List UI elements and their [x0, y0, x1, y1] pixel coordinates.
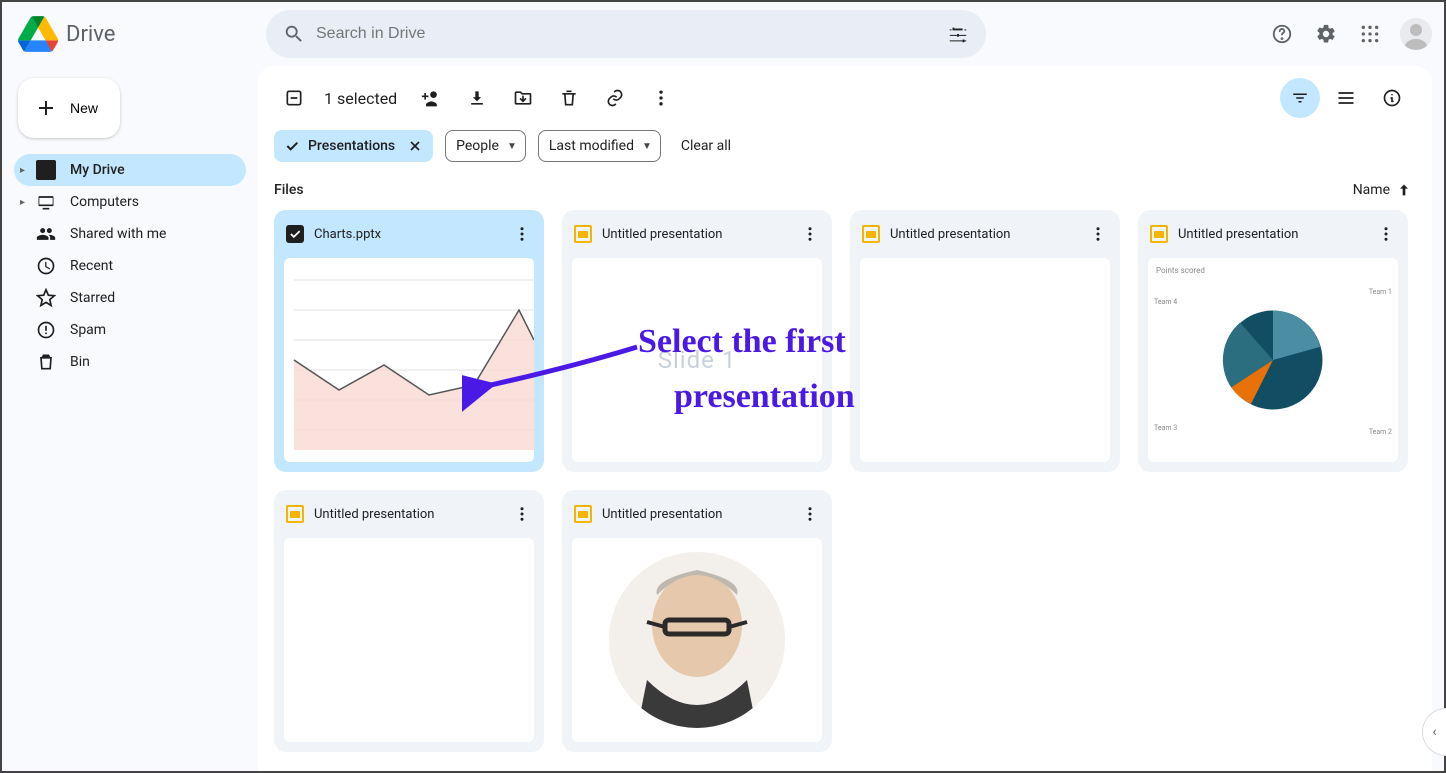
sort-column-label: Name: [1353, 182, 1390, 198]
files-section-label: Files: [274, 182, 304, 198]
drive-logo-icon: [18, 14, 58, 54]
sidebar: New ▸ My Drive ▸ Computers Shared with m…: [2, 66, 258, 771]
more-vert-icon[interactable]: [641, 78, 681, 118]
sidebar-item-label: Spam: [70, 322, 106, 338]
file-card[interactable]: Untitled presentation: [274, 490, 544, 752]
search-input[interactable]: [314, 10, 938, 58]
more-vert-icon[interactable]: [794, 498, 826, 530]
slides-file-icon: [574, 505, 592, 523]
slides-file-icon: [286, 505, 304, 523]
clear-all-button[interactable]: Clear all: [681, 138, 731, 154]
file-card[interactable]: Untitled presentation: [850, 210, 1120, 472]
list-view-icon[interactable]: [1326, 78, 1366, 118]
help-icon[interactable]: [1262, 14, 1302, 54]
new-button-label: New: [70, 100, 98, 116]
sidebar-item-computers[interactable]: ▸ Computers: [14, 186, 246, 218]
copy-link-icon[interactable]: [595, 78, 635, 118]
slides-file-icon: [1150, 225, 1168, 243]
more-vert-icon[interactable]: [1082, 218, 1114, 250]
info-icon[interactable]: [1372, 78, 1412, 118]
caret-down-icon: ▼: [507, 141, 517, 152]
sidebar-item-label: Computers: [70, 194, 139, 210]
chip-label: People: [456, 138, 499, 154]
more-vert-icon[interactable]: [506, 498, 538, 530]
main-panel: 1 selected: [258, 66, 1432, 771]
checkbox-checked-icon[interactable]: [286, 225, 304, 243]
selection-toolbar: 1 selected: [258, 66, 1432, 130]
search-icon[interactable]: [274, 14, 314, 54]
arrow-up-icon: [1396, 182, 1412, 198]
sidebar-item-recent[interactable]: Recent: [14, 250, 246, 282]
chip-label: Last modified: [549, 138, 634, 154]
new-button[interactable]: New: [18, 78, 120, 138]
slides-file-icon: [862, 225, 880, 243]
chip-people[interactable]: People ▼: [445, 130, 526, 162]
share-person-icon[interactable]: [411, 78, 451, 118]
file-card[interactable]: Untitled presentation Points scored Team…: [1138, 210, 1408, 472]
sidebar-item-bin[interactable]: Bin: [14, 346, 246, 378]
file-card[interactable]: Charts.pptx: [274, 210, 544, 472]
chip-label: Presentations: [308, 138, 395, 154]
more-vert-icon[interactable]: [1370, 218, 1402, 250]
sidebar-item-starred[interactable]: Starred: [14, 282, 246, 314]
search-options-icon[interactable]: [938, 14, 978, 54]
thumbnail-pie-chart: Points scored Team 4 Team 1 Team 3 Team …: [1148, 258, 1398, 462]
file-name: Untitled presentation: [1178, 227, 1360, 242]
trash-icon[interactable]: [549, 78, 589, 118]
sort-by-name[interactable]: Name: [1353, 182, 1412, 198]
thumbnail-portrait: [572, 538, 822, 742]
more-vert-icon[interactable]: [794, 218, 826, 250]
settings-gear-icon[interactable]: [1306, 14, 1346, 54]
caret-down-icon: ▼: [642, 141, 652, 152]
download-icon[interactable]: [457, 78, 497, 118]
apps-grid-icon[interactable]: [1350, 14, 1390, 54]
file-name: Untitled presentation: [602, 507, 784, 522]
file-name: Untitled presentation: [890, 227, 1072, 242]
chevron-right-icon[interactable]: ▸: [20, 197, 25, 208]
file-card[interactable]: Untitled presentation: [562, 490, 832, 752]
sidebar-item-spam[interactable]: Spam: [14, 314, 246, 346]
header-actions: [1262, 14, 1432, 54]
thumbnail-blank: [284, 538, 534, 742]
file-name: Untitled presentation: [314, 507, 496, 522]
deselect-icon[interactable]: [274, 78, 314, 118]
sidebar-item-label: Bin: [70, 354, 90, 370]
chip-modified[interactable]: Last modified ▼: [538, 130, 661, 162]
slides-file-icon: [574, 225, 592, 243]
filter-list-icon[interactable]: [1280, 78, 1320, 118]
close-icon[interactable]: [403, 134, 427, 158]
account-avatar[interactable]: [1400, 18, 1432, 50]
move-to-folder-icon[interactable]: [503, 78, 543, 118]
search-bar[interactable]: [266, 10, 986, 58]
app-name: Drive: [66, 22, 115, 47]
thumbnail-area-chart: [284, 258, 534, 462]
thumbnail-slide-text: Slide 1: [572, 258, 822, 462]
filter-chips: Presentations People ▼ Last modified ▼ C…: [258, 130, 1432, 174]
chip-type[interactable]: Presentations: [274, 130, 433, 162]
file-card[interactable]: Untitled presentation Slide 1: [562, 210, 832, 472]
sidebar-item-shared[interactable]: Shared with me: [14, 218, 246, 250]
thumbnail-blank: [860, 258, 1110, 462]
selection-count: 1 selected: [324, 89, 397, 108]
sidebar-item-my-drive[interactable]: ▸ My Drive: [14, 154, 246, 186]
sidebar-item-label: Starred: [70, 290, 115, 306]
app-header: Drive: [2, 2, 1444, 66]
files-grid: Charts.pptx: [258, 202, 1432, 752]
file-name: Untitled presentation: [602, 227, 784, 242]
chevron-right-icon[interactable]: ▸: [20, 165, 25, 176]
sidebar-item-label: Shared with me: [70, 226, 166, 242]
files-header-row: Files Name: [258, 174, 1432, 202]
file-name: Charts.pptx: [314, 227, 496, 242]
more-vert-icon[interactable]: [506, 218, 538, 250]
sidebar-item-label: My Drive: [70, 162, 125, 178]
sidebar-item-label: Recent: [70, 258, 113, 274]
logo-block[interactable]: Drive: [18, 14, 258, 54]
